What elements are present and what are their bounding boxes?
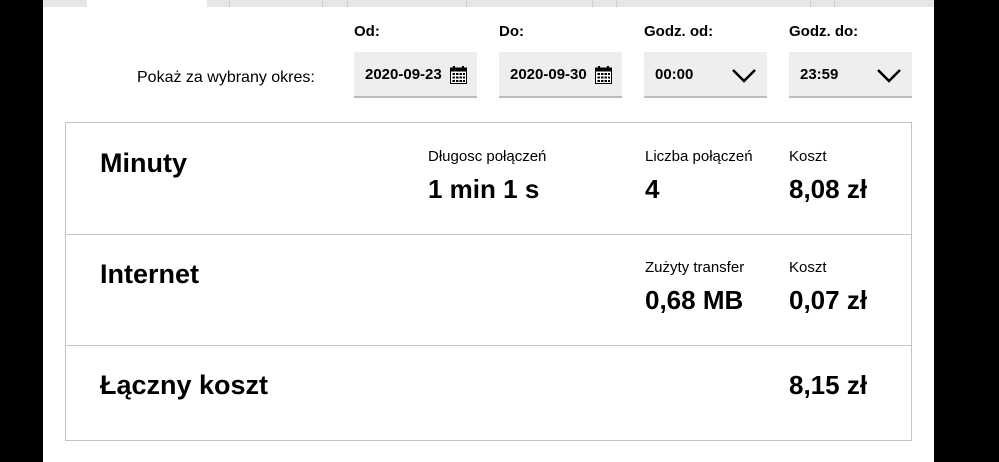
tab-strip bbox=[43, 0, 934, 7]
total-cost-value: 8,15 zł bbox=[789, 370, 868, 400]
date-to-value: 2020-09-30 bbox=[510, 66, 587, 83]
transfer-value: 0,68 MB bbox=[645, 285, 744, 315]
transfer-label: Zużyty transfer bbox=[645, 259, 745, 276]
tab-active[interactable] bbox=[87, 0, 207, 7]
calendar-icon[interactable] bbox=[450, 66, 467, 84]
time-to-select[interactable]: 23:59 bbox=[789, 52, 912, 98]
call-duration-value: 1 min 1 s bbox=[428, 174, 540, 204]
call-count-value: 4 bbox=[645, 174, 660, 204]
tab-separator bbox=[229, 0, 230, 7]
internet-cost-label: Koszt bbox=[789, 259, 827, 276]
internet-row: Internet Zużyty transfer 0,68 MB Koszt 0… bbox=[66, 234, 911, 346]
tab-1[interactable] bbox=[43, 0, 87, 7]
date-from-field[interactable]: 2020-09-23 bbox=[354, 52, 477, 98]
usage-summary-card: Minuty Długosc połączeń 1 min 1 s Liczba… bbox=[65, 122, 912, 441]
date-from-value: 2020-09-23 bbox=[365, 66, 442, 83]
tab-separator bbox=[322, 0, 323, 7]
time-to-value: 23:59 bbox=[800, 66, 839, 83]
internet-title: Internet bbox=[100, 259, 200, 289]
chevron-down-icon bbox=[877, 69, 901, 83]
call-duration-label: Długosc połączeń bbox=[428, 148, 547, 165]
total-row: Łączny koszt 8,15 zł bbox=[66, 345, 911, 440]
date-to-label: Do: bbox=[499, 23, 524, 40]
minutes-cost-value: 8,08 zł bbox=[789, 174, 868, 204]
minutes-title: Minuty bbox=[100, 148, 187, 178]
time-from-label: Godz. od: bbox=[644, 23, 714, 40]
date-to-field[interactable]: 2020-09-30 bbox=[499, 52, 622, 98]
minutes-row: Minuty Długosc połączeń 1 min 1 s Liczba… bbox=[66, 123, 911, 235]
tab-separator bbox=[810, 0, 811, 7]
tab-separator bbox=[616, 0, 617, 7]
tab-rest[interactable] bbox=[207, 0, 934, 7]
internet-cost-value: 0,07 zł bbox=[789, 285, 868, 315]
period-filter-label: Pokaż za wybrany okres: bbox=[137, 69, 315, 86]
time-from-select[interactable]: 00:00 bbox=[644, 52, 767, 98]
time-from-value: 00:00 bbox=[655, 66, 694, 83]
calendar-icon[interactable] bbox=[595, 66, 612, 84]
total-cost-title: Łączny koszt bbox=[100, 370, 269, 400]
date-from-label: Od: bbox=[354, 23, 380, 40]
tab-separator bbox=[592, 0, 593, 7]
tab-separator bbox=[466, 0, 467, 7]
call-count-label: Liczba połączeń bbox=[645, 148, 753, 165]
time-to-label: Godz. do: bbox=[789, 23, 859, 40]
tab-separator bbox=[834, 0, 835, 7]
page-container: Pokaż za wybrany okres: Od: 2020-09-23 D… bbox=[43, 0, 934, 462]
tab-separator bbox=[347, 0, 348, 7]
minutes-cost-label: Koszt bbox=[789, 148, 827, 165]
chevron-down-icon bbox=[732, 69, 756, 83]
